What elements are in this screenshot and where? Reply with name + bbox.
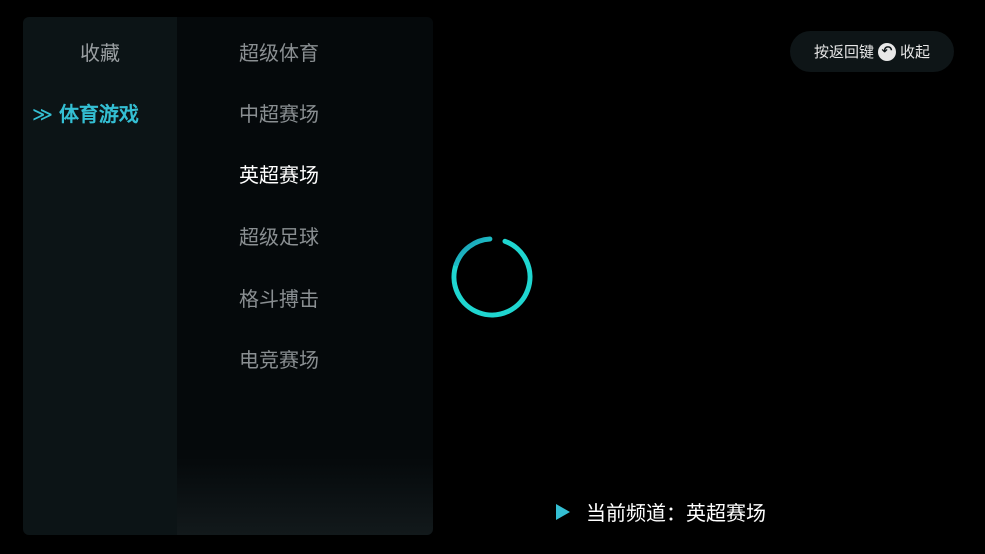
channel-item[interactable]: 中超赛场 bbox=[239, 98, 319, 127]
loading-spinner-icon bbox=[451, 236, 533, 318]
channel-item[interactable]: 超级体育 bbox=[239, 37, 319, 66]
channel-item[interactable]: 电竞赛场 bbox=[239, 344, 319, 373]
channel-item[interactable]: 超级足球 bbox=[239, 221, 319, 250]
channel-item[interactable]: 格斗搏击 bbox=[239, 283, 319, 312]
back-collapse-hint: 按返回键 ↶ 收起 bbox=[790, 31, 954, 72]
current-channel-indicator: 当前频道： 英超赛场 bbox=[556, 497, 766, 526]
play-icon bbox=[556, 503, 570, 520]
channel-item-selected[interactable]: 英超赛场 bbox=[239, 159, 319, 188]
back-arrow-icon: ↶ bbox=[878, 42, 896, 61]
channel-menu-panel: 收藏 ≫ 体育游戏 超级体育 中超赛场 英超赛场 超级足球 格斗搏击 电竞赛场 bbox=[23, 17, 433, 535]
category-favorites[interactable]: 收藏 bbox=[23, 37, 177, 66]
channel-column: 超级体育 中超赛场 英超赛场 超级足球 格斗搏击 电竞赛场 bbox=[177, 17, 433, 535]
double-chevron-right-icon: ≫ bbox=[32, 102, 53, 126]
category-column: 收藏 ≫ 体育游戏 bbox=[23, 17, 177, 535]
category-sports-games[interactable]: ≫ 体育游戏 bbox=[23, 98, 177, 127]
